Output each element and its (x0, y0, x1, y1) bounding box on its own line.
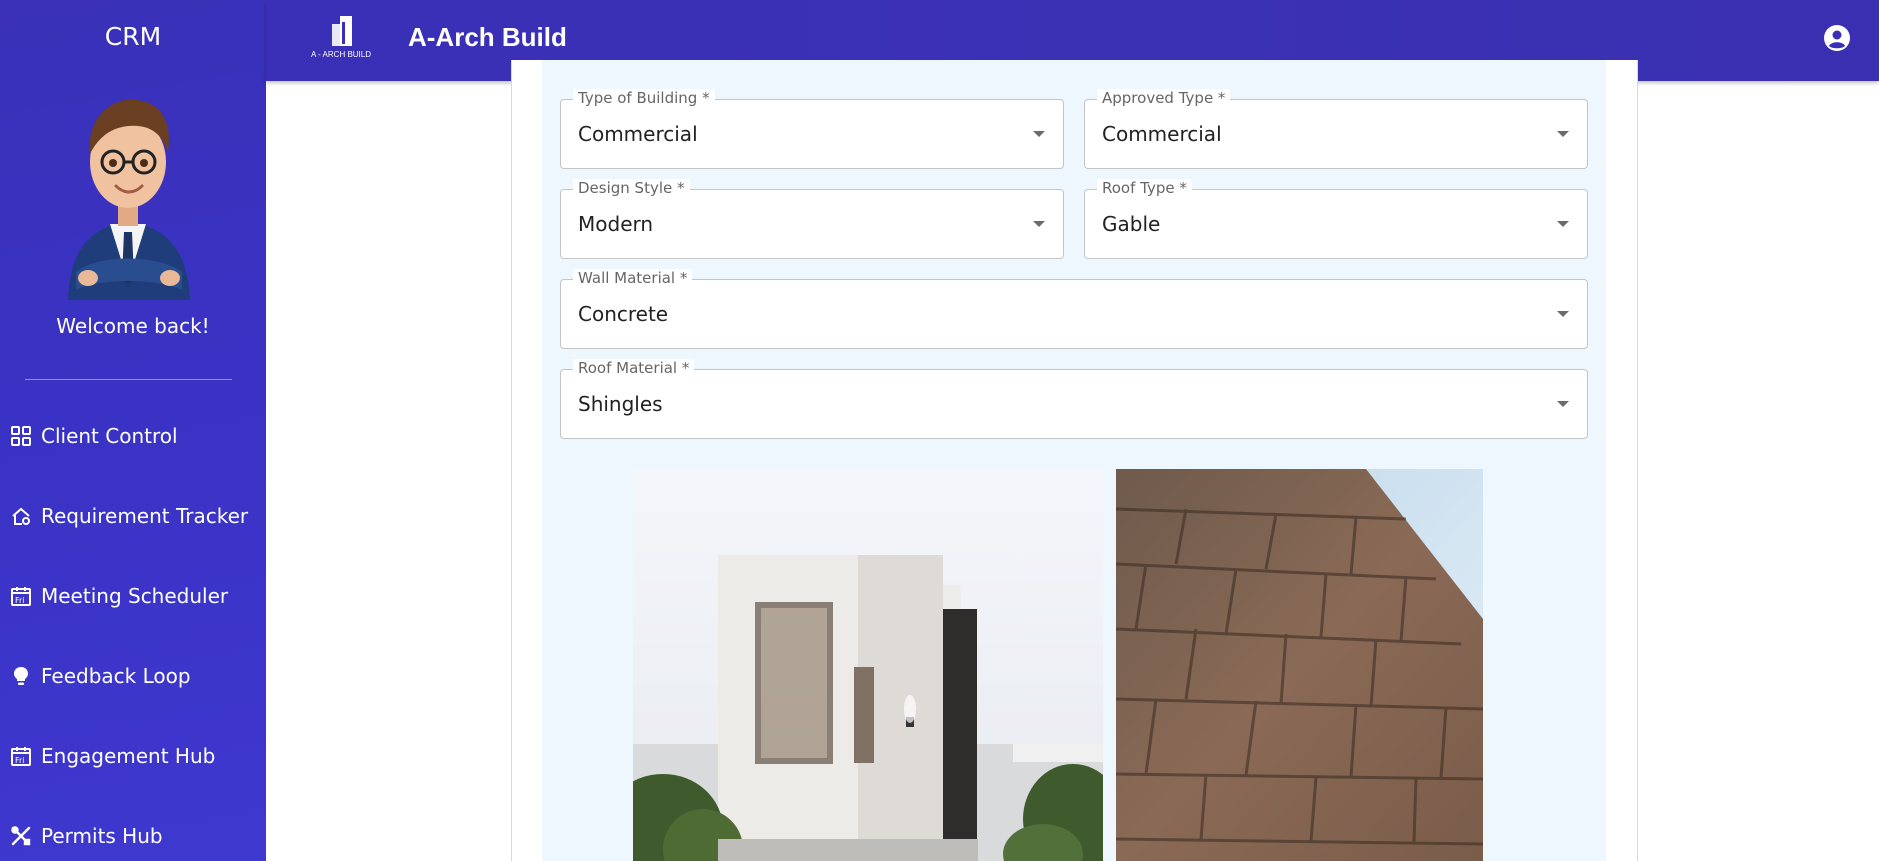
roof-material-select[interactable]: Roof Material * Shingles (560, 359, 1588, 439)
app-title: A-Arch Build (408, 22, 567, 52)
tools-icon (10, 825, 32, 847)
svg-text:Fri: Fri (15, 596, 25, 605)
roof-type-select[interactable]: Roof Type * Gable (1084, 179, 1588, 259)
building-logo-icon (332, 16, 352, 46)
field-value: Shingles (578, 392, 663, 416)
user-avatar (68, 99, 190, 300)
dashboard-grid-icon (10, 425, 32, 447)
dropdown-arrow-icon (1033, 131, 1045, 137)
sidebar-item-requirement-tracker[interactable]: Requirement Tracker (0, 490, 266, 542)
sidebar-item-label: Client Control (41, 424, 178, 448)
field-label: Type of Building * (573, 89, 715, 107)
lightbulb-icon (10, 665, 32, 687)
design-style-preview-image (633, 469, 1103, 861)
type-of-building-select[interactable]: Type of Building * Commercial (560, 89, 1064, 169)
field-value: Concrete (578, 302, 669, 326)
welcome-message: Welcome back! (56, 314, 210, 338)
sidebar: CRM Welcome back! Client Control Require… (0, 0, 266, 861)
calendar-icon: Fri (10, 585, 32, 607)
company-logo[interactable]: A - ARCH BUILD (306, 10, 376, 62)
field-value: Modern (578, 212, 654, 236)
roof-material-preview-image (1116, 469, 1483, 861)
field-label: Approved Type * (1097, 89, 1231, 107)
dropdown-arrow-icon (1557, 311, 1569, 317)
dropdown-arrow-icon (1557, 131, 1569, 137)
sidebar-item-engagement-hub[interactable]: Fri Engagement Hub (0, 730, 266, 782)
house-gear-icon (10, 505, 32, 527)
field-label: Design Style * (573, 179, 690, 197)
field-label: Roof Material * (573, 359, 695, 377)
account-circle-icon[interactable] (1823, 24, 1851, 52)
sidebar-item-client-control[interactable]: Client Control (0, 410, 266, 462)
calendar-icon: Fri (10, 745, 32, 767)
dropdown-arrow-icon (1557, 221, 1569, 227)
dropdown-arrow-icon (1033, 221, 1045, 227)
wall-material-select[interactable]: Wall Material * Concrete (560, 269, 1588, 349)
svg-text:Fri: Fri (15, 756, 25, 765)
sidebar-item-feedback-loop[interactable]: Feedback Loop (0, 650, 266, 702)
field-label: Wall Material * (573, 269, 693, 287)
sidebar-item-permits-hub[interactable]: Permits Hub (0, 810, 266, 861)
field-value: Commercial (1102, 122, 1222, 146)
sidebar-item-label: Requirement Tracker (41, 504, 249, 528)
sidebar-item-label: Feedback Loop (41, 664, 191, 688)
sidebar-item-label: Permits Hub (41, 824, 163, 848)
sidebar-item-label: Meeting Scheduler (41, 584, 229, 608)
approved-type-select[interactable]: Approved Type * Commercial (1084, 89, 1588, 169)
design-style-select[interactable]: Design Style * Modern (560, 179, 1064, 259)
sidebar-item-meeting-scheduler[interactable]: Fri Meeting Scheduler (0, 570, 266, 622)
logo-text: A - ARCH BUILD (310, 50, 371, 59)
field-value: Commercial (578, 122, 698, 146)
field-label: Roof Type * (1097, 179, 1192, 197)
field-value: Gable (1102, 212, 1161, 236)
sidebar-item-label: Engagement Hub (41, 744, 216, 768)
dropdown-arrow-icon (1557, 401, 1569, 407)
sidebar-title: CRM (104, 22, 162, 51)
sidebar-divider (25, 379, 232, 380)
